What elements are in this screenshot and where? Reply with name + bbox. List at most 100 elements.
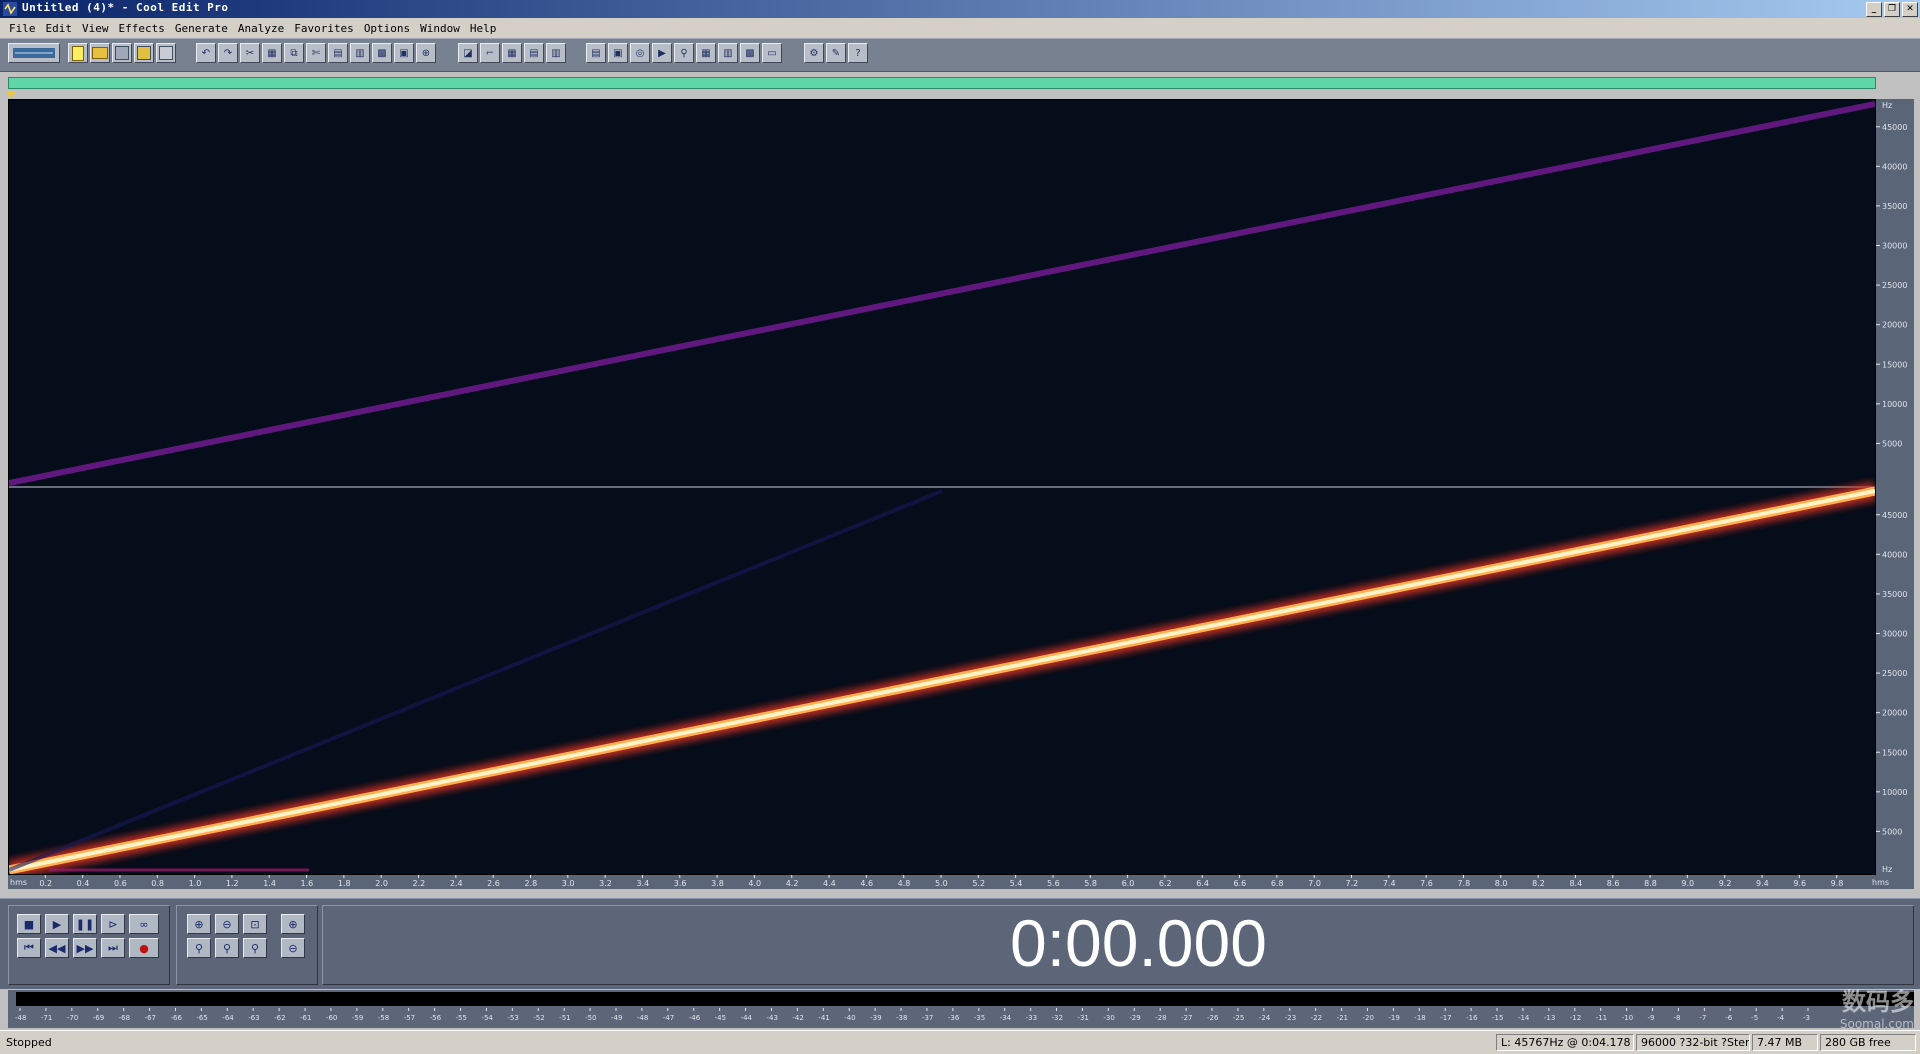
- zoom-full-button[interactable]: ⊡: [243, 914, 267, 934]
- bbb-button[interactable]: ▥: [718, 43, 738, 63]
- stack-view-button[interactable]: ▤: [524, 43, 544, 63]
- close-file-button[interactable]: [156, 43, 176, 63]
- meter-tick-label: -17: [1440, 1014, 1451, 1022]
- copy-new-button[interactable]: ▦: [262, 43, 282, 63]
- menu-file[interactable]: File: [4, 22, 41, 35]
- floppy-icon: [115, 46, 129, 60]
- meter-tick-label: -33: [1026, 1014, 1037, 1022]
- multitrack-icon: [13, 48, 55, 58]
- menu-generate[interactable]: Generate: [170, 22, 233, 35]
- grid-view-button[interactable]: ▦: [502, 43, 522, 63]
- play-cue-button[interactable]: ▶: [652, 43, 672, 63]
- color-button[interactable]: ▩: [740, 43, 760, 63]
- time-tick-label: 3.2: [599, 879, 612, 888]
- save-button[interactable]: [112, 43, 132, 63]
- menu-effects[interactable]: Effects: [114, 22, 170, 35]
- play-to-end-button[interactable]: ⊳: [101, 914, 125, 934]
- playhead-marker[interactable]: [6, 92, 16, 98]
- scripts-button[interactable]: ✎: [826, 43, 846, 63]
- overview-range-bar[interactable]: [8, 77, 1876, 89]
- zoom-out-button[interactable]: ⊖: [215, 914, 239, 934]
- freq-tick-label: 35000: [1882, 202, 1907, 211]
- go-to-start-button[interactable]: ⏮: [17, 938, 41, 958]
- meter-tick-label: -18: [1414, 1014, 1425, 1022]
- time-tick-label: 6.0: [1122, 879, 1135, 888]
- list-view-button[interactable]: ▥: [546, 43, 566, 63]
- open-file-button[interactable]: [90, 43, 110, 63]
- meter-tick-label: -53: [507, 1014, 518, 1022]
- grid-icon: ▦: [507, 47, 517, 59]
- insert-multitrack-button[interactable]: ⊕: [416, 43, 436, 63]
- freq-tick-label: 40000: [1882, 550, 1907, 559]
- fast-forward-button[interactable]: ▶▶: [73, 938, 97, 958]
- paste-button[interactable]: ▤: [328, 43, 348, 63]
- minimize-button[interactable]: _: [1866, 2, 1882, 17]
- cue-list-button[interactable]: ▤: [586, 43, 606, 63]
- copy-button[interactable]: ⧉: [284, 43, 304, 63]
- script-icon: ✎: [831, 47, 841, 59]
- menu-window[interactable]: Window: [415, 22, 465, 35]
- settings-button[interactable]: ⚙: [804, 43, 824, 63]
- cool-edit-app-icon[interactable]: [3, 2, 17, 16]
- zoom-out-vertical-button[interactable]: ⊖: [281, 938, 305, 958]
- zoom-window-button[interactable]: ⚲: [674, 43, 694, 63]
- time-tick-label: 0.4: [77, 879, 90, 888]
- trim-button[interactable]: ▣: [394, 43, 414, 63]
- level-meter[interactable]: -48 -71 -70 -69 -68 -67 -66 -65 -64 -63 -62 -61 -60 -…: [8, 990, 1914, 1028]
- menu-help[interactable]: Help: [465, 22, 502, 35]
- rewind-button[interactable]: ◀◀: [45, 938, 69, 958]
- zoom-vertical-icon: ⊕: [288, 917, 298, 931]
- play-list-button[interactable]: ▣: [608, 43, 628, 63]
- multitrack-toggle-button[interactable]: [8, 43, 60, 63]
- undo-button[interactable]: ↶: [196, 43, 216, 63]
- stop-button[interactable]: ■: [17, 914, 41, 934]
- record-button[interactable]: ●: [129, 938, 159, 958]
- play-button[interactable]: ▶: [45, 914, 69, 934]
- mix-paste-button[interactable]: ▩: [372, 43, 392, 63]
- meter-tick-label: -66: [170, 1014, 182, 1022]
- zoom-selection-button[interactable]: ⚲: [243, 938, 267, 958]
- meter-tick-label: -7: [1699, 1014, 1706, 1022]
- new-file-button[interactable]: [68, 43, 88, 63]
- record-icon: ●: [139, 941, 149, 955]
- time-tick-label: 9.6: [1793, 879, 1806, 888]
- cut-button[interactable]: ✄: [306, 43, 326, 63]
- cd-button[interactable]: ◎: [630, 43, 650, 63]
- time-tick-label: 4.4: [823, 879, 836, 888]
- go-to-start-icon: ⏮: [24, 941, 34, 954]
- menu-view[interactable]: View: [77, 22, 114, 35]
- meter-tick-label: -39: [870, 1014, 881, 1022]
- zoom-right-button[interactable]: ⚲: [215, 938, 239, 958]
- menu-favorites[interactable]: Favorites: [289, 22, 359, 35]
- spectral-display[interactable]: [8, 99, 1876, 875]
- repeat-button[interactable]: ✂: [240, 43, 260, 63]
- save-all-button[interactable]: [134, 43, 154, 63]
- freq-tick-label: 35000: [1882, 590, 1907, 599]
- close-button[interactable]: ✕: [1902, 2, 1918, 17]
- time-tick-label: 8.2: [1532, 879, 1545, 888]
- zoom-in-button[interactable]: ⊕: [187, 914, 211, 934]
- time-tick-label: 6.2: [1159, 879, 1172, 888]
- loop-button[interactable]: ∞: [129, 914, 159, 934]
- freq-tick-label: 10000: [1882, 400, 1907, 409]
- pause-button[interactable]: ❚❚: [73, 914, 97, 934]
- info-button[interactable]: ▦: [696, 43, 716, 63]
- blank-button[interactable]: ▭: [762, 43, 782, 63]
- freq-tick-label: 20000: [1882, 321, 1907, 330]
- menu-edit[interactable]: Edit: [41, 22, 78, 35]
- menu-analyze[interactable]: Analyze: [233, 22, 289, 35]
- help-button[interactable]: ?: [848, 43, 868, 63]
- meter-tick-label: -29: [1129, 1014, 1140, 1022]
- go-to-end-button[interactable]: ⏭: [101, 938, 125, 958]
- menu-options[interactable]: Options: [359, 22, 415, 35]
- restore-button[interactable]: ❐: [1884, 2, 1900, 17]
- zoom-in-vertical-button[interactable]: ⊕: [281, 914, 305, 934]
- waveform-view-button[interactable]: ◪: [458, 43, 478, 63]
- stop-icon: ■: [23, 917, 35, 931]
- spectral-view-button[interactable]: ⌐: [480, 43, 500, 63]
- paste-new-button[interactable]: ▥: [350, 43, 370, 63]
- meter-tick-label: -16: [1466, 1014, 1478, 1022]
- zoom-left-button[interactable]: ⚲: [187, 938, 211, 958]
- redo-button[interactable]: ↷: [218, 43, 238, 63]
- zoom-full-icon: ⊡: [250, 917, 260, 931]
